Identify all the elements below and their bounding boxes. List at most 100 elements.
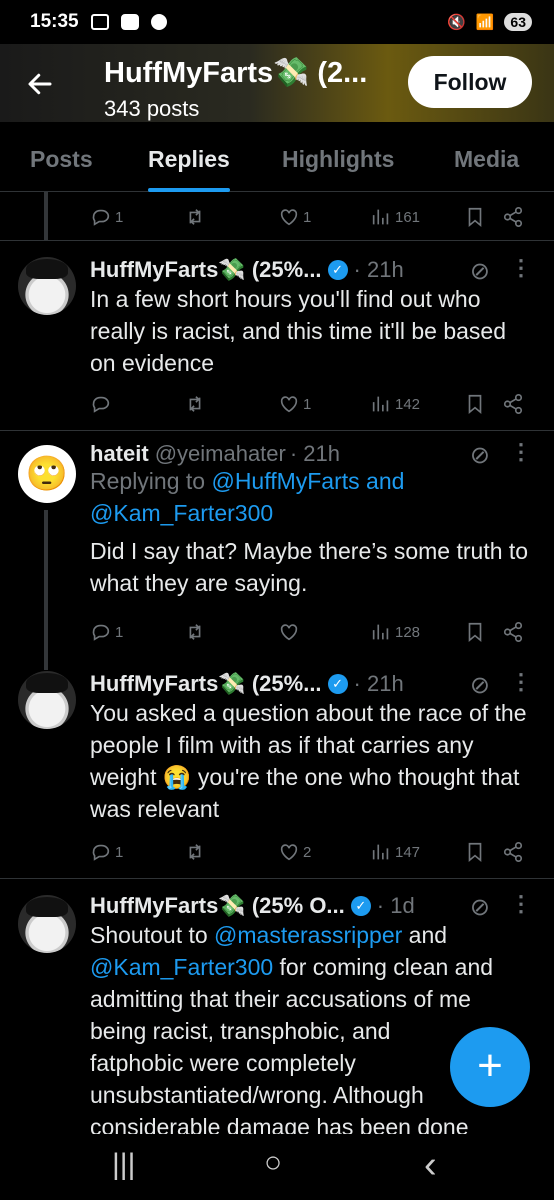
youtube-icon [120, 14, 139, 30]
tweet-text: Did I say that? Maybe there’s some truth… [90, 538, 529, 596]
like-button[interactable]: 2 [278, 841, 311, 863]
avatar[interactable] [18, 671, 76, 729]
tab-media[interactable]: Media [454, 122, 519, 192]
repost-button[interactable] [184, 393, 206, 415]
follow-button[interactable]: Follow [408, 56, 532, 108]
tweet-time[interactable]: · 21h [354, 257, 404, 283]
share-button[interactable] [502, 206, 524, 228]
avatar[interactable]: 🙄 [18, 445, 76, 503]
bookmark-icon [468, 622, 482, 643]
author-name[interactable]: HuffMyFarts💸 (25%... [90, 257, 322, 283]
more-options-icon[interactable]: ⋮ [510, 255, 532, 281]
tweet[interactable]: 🙄 hateit @yeimahater · 21h ⊘ ⋮ Replying … [0, 431, 554, 655]
replies-feed: 1 1 161 HuffMyFarts💸 (25%... ✓ · 21h ⊘ ⋮ [0, 192, 554, 1134]
views-button[interactable]: 161 [370, 206, 420, 228]
mention-link[interactable]: @Kam_Farter300 [90, 500, 273, 526]
grok-icon[interactable]: ⊘ [470, 671, 490, 700]
more-options-icon[interactable]: ⋮ [510, 439, 532, 465]
bookmark-button[interactable] [464, 621, 486, 643]
reply-button[interactable]: 1 [90, 621, 123, 643]
avatar[interactable] [18, 257, 76, 315]
back-button[interactable] [20, 64, 60, 104]
reply-icon [92, 209, 110, 226]
home-button[interactable]: ○ [264, 1146, 282, 1180]
tab-highlights[interactable]: Highlights [282, 122, 394, 192]
heart-icon [280, 396, 298, 413]
bookmark-button[interactable] [464, 393, 486, 415]
tweet-header: HuffMyFarts💸 (25%... ✓ · 21h ⊘ ⋮ [90, 669, 534, 699]
tweet-text: You asked a question about the race of t… [90, 700, 527, 822]
views-button[interactable]: 147 [370, 841, 420, 863]
mention-link[interactable]: @HuffMyFarts and [211, 468, 404, 494]
action-row: 1 2 147 [90, 837, 528, 867]
repost-button[interactable] [184, 841, 206, 863]
profile-tabs: Posts Replies Highlights Media [0, 122, 554, 192]
recents-button[interactable]: ||| [112, 1148, 135, 1182]
tweet[interactable]: HuffMyFarts💸 (25%... ✓ · 21h ⊘ ⋮ You ask… [0, 655, 554, 879]
profile-name: HuffMyFarts💸 (2... [104, 57, 368, 89]
battery-indicator: 63 [504, 13, 532, 31]
status-bar: 15:35 🔇 📶 63 [0, 0, 554, 44]
reply-button[interactable]: 1 [90, 206, 123, 228]
action-row: 1 128 [90, 617, 528, 647]
bookmark-button[interactable] [464, 841, 486, 863]
more-options-icon[interactable]: ⋮ [510, 669, 532, 695]
screenshot-icon [90, 14, 109, 30]
bookmark-icon [468, 842, 482, 863]
tab-posts[interactable]: Posts [30, 122, 93, 192]
like-button[interactable]: 1 [278, 206, 311, 228]
heart-icon [280, 209, 298, 226]
repost-button[interactable] [184, 206, 206, 228]
author-name[interactable]: HuffMyFarts💸 (25%... [90, 671, 322, 697]
tweet-time[interactable]: · 21h [290, 441, 340, 467]
share-button[interactable] [502, 841, 524, 863]
bookmark-button[interactable] [464, 206, 486, 228]
avatar[interactable] [18, 895, 76, 953]
bar-chart-icon [372, 209, 389, 225]
arrow-left-icon [28, 73, 52, 95]
author-name[interactable]: hateit [90, 441, 149, 467]
back-nav-button[interactable]: ‹ [424, 1144, 437, 1187]
mute-icon: 🔇 [447, 14, 466, 31]
views-button[interactable]: 142 [370, 393, 420, 415]
grok-icon[interactable]: ⊘ [470, 893, 490, 922]
author-handle[interactable]: @yeimahater [155, 441, 286, 467]
share-icon [503, 842, 523, 862]
wifi-icon: 📶 [475, 14, 495, 31]
verified-badge-icon: ✓ [327, 674, 348, 694]
tab-replies[interactable]: Replies [148, 122, 230, 192]
repost-button[interactable] [184, 621, 206, 643]
system-nav-bar: ||| ○ ‹ [0, 1134, 554, 1200]
verified-badge-icon: ✓ [327, 260, 348, 280]
mention-link[interactable]: @masterassripper [214, 922, 402, 948]
views-button[interactable]: 128 [370, 621, 420, 643]
compose-button[interactable]: + [450, 1027, 530, 1107]
author-name[interactable]: HuffMyFarts💸 (25% O... [90, 893, 345, 919]
like-button[interactable]: 1 [278, 393, 311, 415]
repost-icon [189, 844, 201, 860]
tweet[interactable]: HuffMyFarts💸 (25%... ✓ · 21h ⊘ ⋮ In a fe… [0, 241, 554, 431]
reply-button[interactable]: 1 [90, 841, 123, 863]
tweet-time[interactable]: · 1d [377, 893, 415, 919]
notification-dot-icon [150, 14, 167, 30]
tweet-time[interactable]: · 21h [354, 671, 404, 697]
repost-icon [189, 209, 201, 225]
profile-header: HuffMyFarts💸 (2... 343 posts Follow [0, 44, 554, 122]
mention-link[interactable]: @Kam_Farter300 [90, 954, 273, 980]
grok-icon[interactable]: ⊘ [470, 257, 490, 286]
share-button[interactable] [502, 621, 524, 643]
repost-icon [189, 396, 201, 412]
more-options-icon[interactable]: ⋮ [510, 891, 532, 917]
like-button[interactable] [278, 621, 300, 643]
heart-icon [280, 624, 298, 641]
reply-icon [92, 396, 110, 413]
share-button[interactable] [502, 393, 524, 415]
tweet-text: Shoutout to @masterassripper and @Kam_Fa… [90, 922, 494, 1134]
clock: 15:35 [30, 11, 79, 32]
tweet-header: HuffMyFarts💸 (25% O... ✓ · 1d ⊘ ⋮ [90, 891, 534, 921]
reply-button[interactable] [90, 393, 112, 415]
posts-count: 343 posts [104, 96, 200, 121]
bar-chart-icon [372, 624, 389, 640]
share-icon [503, 207, 523, 227]
bar-chart-icon [372, 844, 389, 860]
